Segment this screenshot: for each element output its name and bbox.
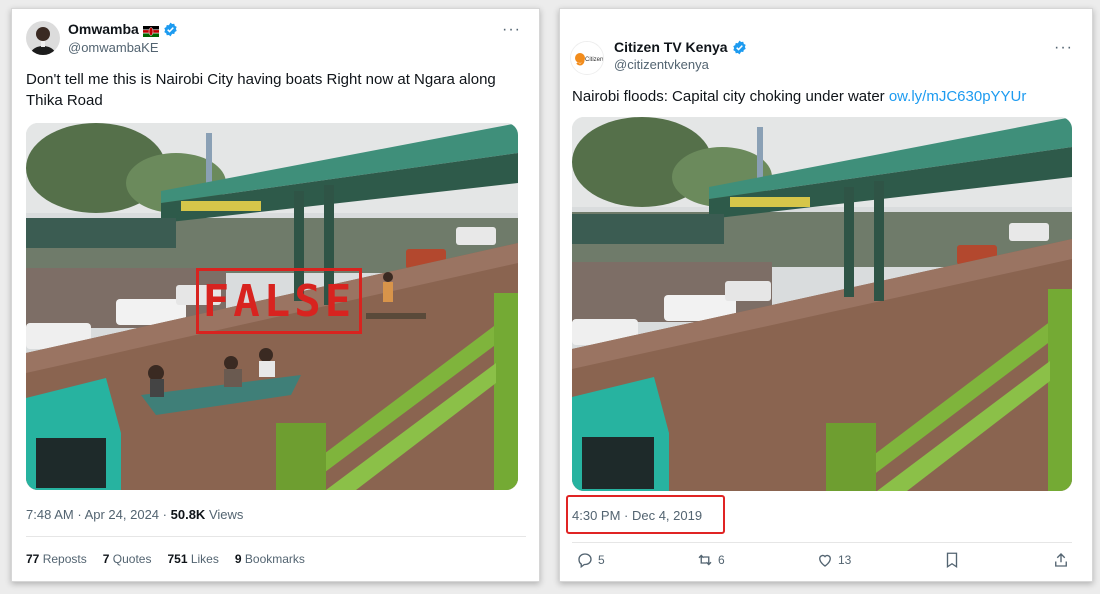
citizen-tv-avatar[interactable]: Citizen <box>570 41 604 75</box>
repost-count: 6 <box>718 553 725 567</box>
action-bar: 5 6 13 <box>576 551 1070 569</box>
display-name[interactable]: Omwamba <box>68 21 139 37</box>
bookmark-icon <box>946 552 957 569</box>
verified-icon <box>732 40 747 55</box>
user-handle[interactable]: @citizentvkenya <box>614 57 709 72</box>
tweet-time[interactable]: 7:48 AM <box>26 507 74 522</box>
left-tweet-card: Omwamba @omwambaKE ··· Don't tell me thi… <box>11 8 540 582</box>
divider <box>26 536 526 537</box>
reply-icon <box>578 553 592 569</box>
verified-icon <box>163 22 178 37</box>
share-icon <box>1055 553 1067 567</box>
views-count: 50.8K <box>170 507 206 522</box>
tweet-photo[interactable]: FALSE <box>26 123 518 490</box>
tweet-link[interactable]: ow.ly/mJC630pYYUr <box>889 88 1027 105</box>
right-tweet-card: Citizen Citizen TV Kenya @citizentvkenya… <box>559 8 1093 582</box>
like-count: 13 <box>838 553 852 567</box>
repost-button[interactable]: 6 <box>696 551 725 569</box>
bookmark-button[interactable] <box>943 551 961 569</box>
tweet-photo[interactable] <box>572 117 1072 491</box>
tweet-date[interactable]: Apr 24, 2024 <box>85 507 159 522</box>
reply-count: 5 <box>598 553 605 567</box>
tweet-text: Nairobi floods: Capital city choking und… <box>572 88 1027 105</box>
repost-icon <box>698 554 712 566</box>
tweet-meta: 7:48 AM · Apr 24, 2024 · 50.8K Views <box>26 507 243 522</box>
quotes-stat[interactable]: 7 Quotes <box>103 552 152 566</box>
display-name[interactable]: Citizen TV Kenya <box>614 39 728 55</box>
kenya-flag-icon <box>142 24 159 37</box>
avatar-logo-text: Citizen <box>585 57 603 63</box>
views-label: Views <box>208 507 244 522</box>
flood-photo-illustration <box>572 117 1072 491</box>
false-stamp: FALSE <box>196 268 362 334</box>
user-handle[interactable]: @omwambaKE <box>68 40 159 55</box>
reposts-stat[interactable]: 77 Reposts <box>26 552 87 566</box>
more-icon[interactable]: ··· <box>1054 39 1073 57</box>
like-button[interactable]: 13 <box>816 551 851 569</box>
likes-stat[interactable]: 751 Likes <box>167 552 218 566</box>
like-icon <box>819 554 831 567</box>
divider <box>572 542 1072 543</box>
tweet-text: Don't tell me this is Nairobi City havin… <box>26 71 496 109</box>
engagement-stats: 77 Reposts 7 Quotes 751 Likes 9 Bookmark… <box>26 552 305 566</box>
bookmarks-stat[interactable]: 9 Bookmarks <box>235 552 305 566</box>
meta-separator: · <box>77 507 82 522</box>
tweet-timestamp[interactable]: 4:30 PM · Dec 4, 2019 <box>572 508 702 523</box>
share-button[interactable] <box>1052 551 1070 569</box>
meta-separator: · <box>162 507 167 522</box>
omwamba-avatar[interactable] <box>26 21 60 55</box>
reply-button[interactable]: 5 <box>576 551 605 569</box>
more-icon[interactable]: ··· <box>502 21 521 39</box>
